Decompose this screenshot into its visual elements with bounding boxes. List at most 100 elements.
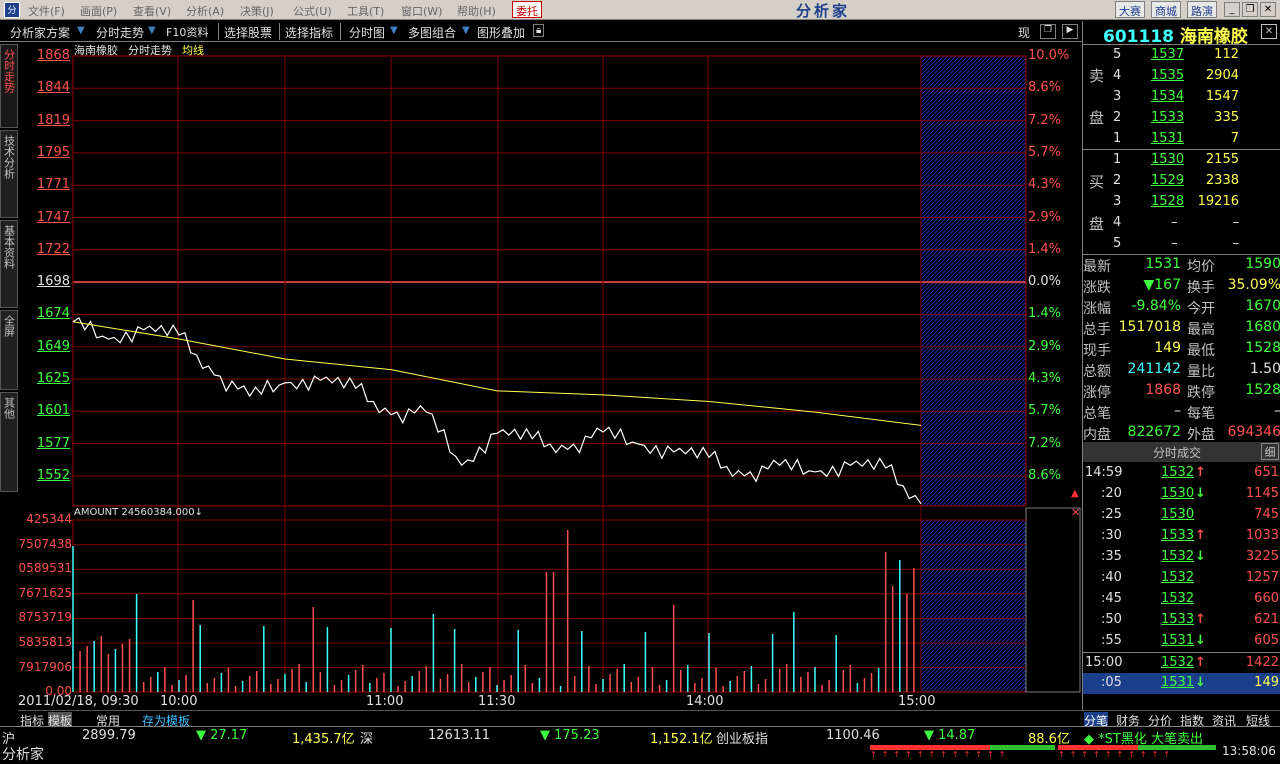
price-axis-label: 1722 [36,241,70,257]
stat-value: 1670 [1245,298,1280,314]
tab-fullscreen[interactable]: 全屏 [0,310,18,390]
ticks-detail-button[interactable]: 细 [1261,443,1279,460]
toolbar-overlay[interactable]: 图形叠加 [477,24,525,41]
close-icon[interactable]: ✕ [1260,2,1276,17]
tick-price: 1532 [1161,570,1195,585]
price-axis-label: 1868 [36,48,70,63]
closed-area [921,56,1026,506]
tick-row[interactable]: :55 1531 ↓ 605 [1083,631,1280,652]
stat-label: 涨跌 [1083,280,1111,296]
menu-tools[interactable]: 工具(T) [347,3,384,19]
pct-axis-label: 1.4% [1028,241,1062,257]
tick-row[interactable]: 14:59 1532 ↑ 651 [1083,463,1280,484]
volume-frame [72,519,1027,693]
dropdown-arrow-icon[interactable]: ▼ [390,25,398,36]
ask-row[interactable]: 4 1535 2904 [1083,66,1280,87]
app-label: 分析家 [2,747,44,763]
contest-button[interactable]: 大赛 [1115,1,1145,18]
menu-analysis[interactable]: 分析(A) [186,3,224,19]
bid-row[interactable]: 2 1529 2338 [1083,171,1280,192]
price-axis-label: 1674 [36,306,70,322]
tick-row[interactable]: :45 1532 660 [1083,589,1280,610]
panel-toggle-icon[interactable]: ▶ [1062,24,1078,39]
dropdown-arrow-icon[interactable]: ▼ [77,25,85,36]
mall-button[interactable]: 商城 [1151,1,1181,18]
ticks-title: 分时成交 [1153,446,1202,460]
tick-row[interactable]: :50 1533 ↑ 621 [1083,610,1280,631]
tab-fundamental[interactable]: 基本资料 [0,220,18,308]
toolbar-timeshare[interactable]: 分时走势 [96,24,144,41]
toolbar-select-stock[interactable]: 选择股票 [224,24,272,41]
tick-row[interactable]: :05 1531 ↓ 149 [1083,673,1280,694]
ask-row[interactable]: 1 1531 7 [1083,129,1280,150]
sh-index: 2899.79 [82,728,136,743]
bid-level: 3 [1113,194,1122,209]
tick-row[interactable]: :25 1530 745 [1083,505,1280,526]
price-axis-label: 1771 [36,177,70,193]
tick-volume: 1145 [1245,486,1279,501]
ask-row[interactable]: 2 1533 335 [1083,108,1280,129]
window-restore-icon[interactable]: ❐ [1040,24,1056,39]
tick-row[interactable]: :20 1530 ↓ 1145 [1083,484,1280,505]
toolbar-timechart[interactable]: 分时图 [349,24,385,41]
menu-help[interactable]: 帮助(H) [457,3,496,19]
tick-row[interactable]: 15:00 1532 ↑ 1422 [1083,652,1280,673]
menu-decision[interactable]: 决策(J) [240,3,274,19]
dropdown-arrow-icon[interactable]: ▼ [148,25,156,36]
ask-row[interactable]: 5 1537 112 [1083,45,1280,66]
ask-volume: 1547 [1205,89,1239,104]
tab-timeshare[interactable]: 分时走势 [0,44,18,128]
stat-value: 35.09% [1227,277,1280,293]
roadshow-button[interactable]: 路演 [1187,1,1217,18]
minimize-icon[interactable]: _ [1224,2,1240,17]
volume-side-frame [1025,507,1081,693]
bid-volume: – [1232,236,1240,251]
now-label[interactable]: 现 [1018,24,1030,41]
menu-formula[interactable]: 公式(U) [293,3,332,19]
dropdown-arrow-icon[interactable]: ▼ [462,25,470,36]
menu-file[interactable]: 文件(F) [28,3,65,19]
tab-technical-label: 技术分析 [2,135,16,179]
ask-level: 2 [1113,110,1122,125]
entrust-button[interactable]: 委托 [512,1,542,18]
ask-price: 1535 [1151,68,1185,83]
ask-row[interactable]: 3 1534 1547 [1083,87,1280,108]
menu-window[interactable]: 窗口(W) [401,3,442,19]
stat-value: -9.84% [1131,298,1181,314]
volume-close-icon[interactable]: ✕ [1071,506,1080,519]
tab-other[interactable]: 其他 [0,392,18,492]
panel-close-icon[interactable]: ✕ [1261,24,1277,39]
chart-area[interactable]: 海南橡胶 分时走势 均线 AMOUNT 24560384.000↓ ✕ ▲ 18… [18,42,1082,710]
toolbar-f10[interactable]: F10资料 [166,24,208,40]
menu-look[interactable]: 查看(V) [133,3,171,19]
toolbar-select-indicator[interactable]: 选择指标 [285,24,333,41]
tick-time: :25 [1101,507,1122,522]
chart-caption-name: 海南橡胶 [74,44,118,57]
sz-index: 12613.11 [428,728,491,743]
bid-row[interactable]: 1 1530 2155 [1083,150,1280,171]
ask-level: 4 [1113,68,1122,83]
tick-row[interactable]: :30 1533 ↑ 1033 [1083,526,1280,547]
toolbar-multi-chart[interactable]: 多图组合 [408,24,456,41]
bid-row[interactable]: 3 1528 19216 [1083,192,1280,213]
lock-icon[interactable]: 🔒︎ [533,24,545,37]
timeshare-chart[interactable] [18,42,1082,710]
pct-axis-label: 1.4% [1028,306,1062,322]
stat-label: 最高 [1187,322,1215,338]
toolbar-scheme[interactable]: 分析家方案 [10,24,70,41]
scroll-up-icon[interactable]: ▲ [1071,488,1079,499]
menu-view-screen[interactable]: 画面(P) [80,3,117,19]
tick-time: :35 [1101,549,1122,564]
cy-label: 创业板指 [716,732,769,747]
bid-row[interactable]: 4 – – [1083,213,1280,234]
tick-time: :40 [1101,570,1122,585]
restore-icon[interactable]: ❐ [1242,2,1258,17]
pct-axis-label: 7.2% [1028,112,1062,128]
pct-axis-label: 5.7% [1028,144,1062,160]
tab-technical[interactable]: 技术分析 [0,130,18,218]
tick-row[interactable]: :40 1532 1257 [1083,568,1280,589]
tick-row[interactable]: :35 1532 ↓ 3225 [1083,547,1280,568]
stat-row: 涨跌 ▼167 换手 35.09% [1083,275,1280,296]
bid-row[interactable]: 5 – – [1083,234,1280,255]
tick-volume: 621 [1254,612,1279,627]
